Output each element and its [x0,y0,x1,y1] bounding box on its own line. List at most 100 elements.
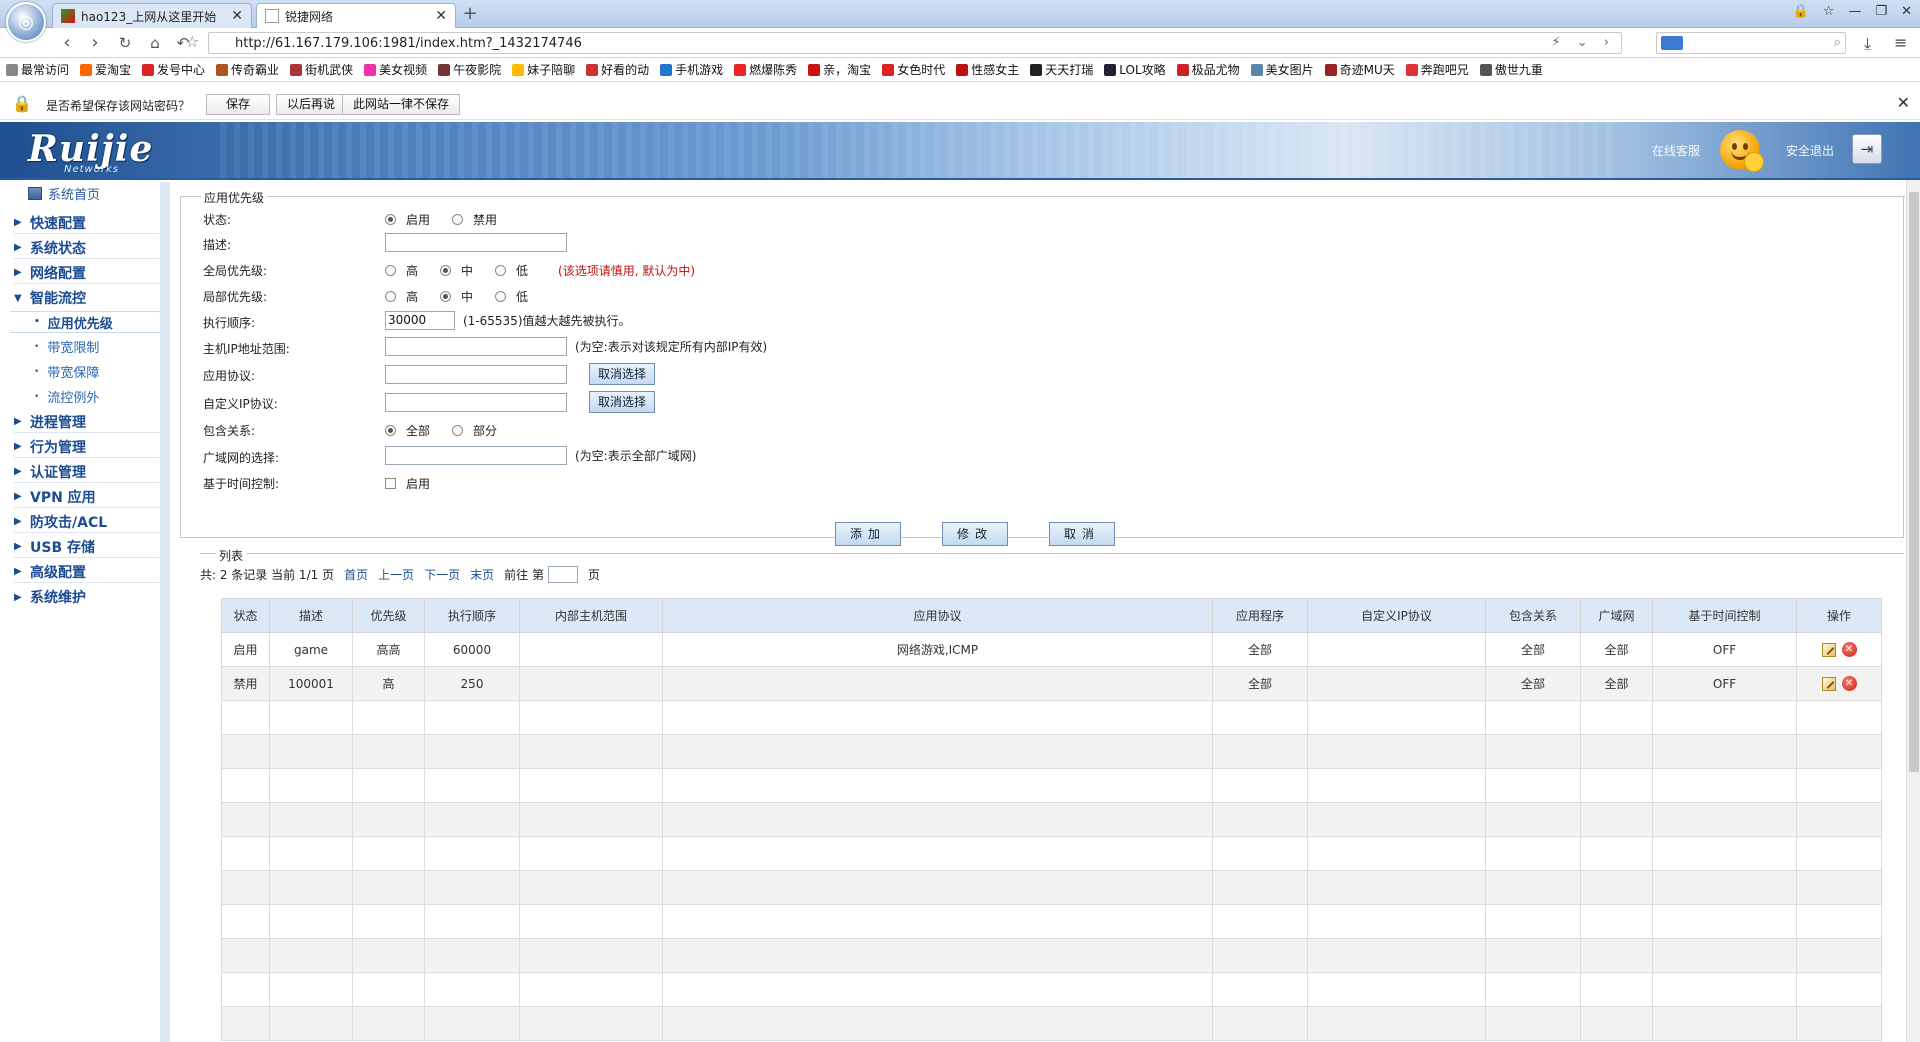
bookmark-item[interactable]: 街机武侠 [290,61,353,78]
modify-button[interactable]: 修改 [942,522,1008,546]
close-icon[interactable]: ✕ [1897,93,1910,112]
host-ip-input[interactable] [385,337,567,356]
pin-icon[interactable]: ☆ [1823,4,1835,19]
local-mid-radio[interactable] [440,291,452,302]
bookmark-item[interactable]: 奔跑吧兄 [1405,61,1469,78]
description-input[interactable] [385,233,567,252]
page-scrollbar[interactable] [1906,180,1920,1042]
save-password-button[interactable]: 保存 [206,94,270,115]
refresh-icon[interactable]: ↻ [114,34,136,52]
custom-ip-protocol-input[interactable] [385,392,567,412]
bookmark-item[interactable]: 手机游戏 [660,61,723,78]
sidebar-item-advanced-config[interactable]: ▶ 高级配置 [14,561,170,583]
lock-window-icon[interactable]: 🔒 [1793,4,1809,19]
global-low-radio[interactable] [495,265,507,276]
last-page-link[interactable]: 末页 [470,566,494,583]
bookmark-item[interactable]: 最常访问 [6,61,69,78]
delete-icon[interactable]: ✕ [1841,642,1857,657]
forward-icon[interactable]: › [84,32,106,53]
sidebar-item-network-config[interactable]: ▶ 网络配置 [14,262,170,284]
bookmark-item[interactable]: 爱淘宝 [80,61,131,78]
bookmark-item[interactable]: 性感女主 [956,61,1019,78]
sidebar-item-behavior-mgmt[interactable]: ▶ 行为管理 [14,436,170,458]
deselect-custom-protocol-button[interactable]: 取消选择 [589,391,656,413]
close-tab-icon[interactable]: ✕ [231,8,243,24]
include-part-radio[interactable] [452,425,464,436]
bookmark-item[interactable]: 燃爆陈秀 [734,61,797,78]
bookmark-item[interactable]: 发号中心 [142,61,205,78]
sidebar-item-anti-attack[interactable]: ▶ 防攻击/ACL [14,511,170,533]
bookmark-item[interactable]: LOL攻略 [1104,61,1166,78]
browser-logo-icon[interactable]: ◎ [6,2,46,42]
search-icon[interactable]: ⌕ [1834,35,1841,50]
sidebar-item-app-priority[interactable]: • 应用优先级 [10,311,160,333]
bookmark-item[interactable]: 傲世九重 [1479,61,1543,78]
delete-icon[interactable]: ✕ [1841,676,1857,691]
address-bar[interactable]: ☆ http://61.167.179.106:1981/index.htm?_… [185,32,1622,54]
bookmark-item[interactable]: 美女视频 [364,61,427,78]
bookmark-item[interactable]: 亲，淘宝 [808,61,871,78]
local-low-radio[interactable] [495,291,507,302]
minimize-icon[interactable]: — [1848,4,1861,19]
bookmark-item[interactable]: 极品尤物 [1176,61,1240,78]
page-number-input[interactable] [547,566,578,583]
sidebar-item-bandwidth-limit[interactable]: • 带宽限制 [34,337,99,356]
edit-icon[interactable] [1821,642,1836,657]
next-page-link[interactable]: 下一页 [424,566,460,583]
bookmark-item[interactable]: 好看的动 [586,61,649,78]
include-all-radio[interactable] [385,425,396,436]
address-actions[interactable]: ⚡ ⌄ › [1552,34,1615,51]
edit-icon[interactable] [1821,676,1836,691]
sidebar-item-flow-control[interactable]: ▼ 智能流控 [14,287,170,309]
maximize-icon[interactable]: ❐ [1875,4,1887,19]
sidebar-item-system-status[interactable]: ▶ 系统状态 [14,237,170,259]
bookmark-item[interactable]: 奇迹MU天 [1324,61,1395,78]
global-mid-radio[interactable] [440,265,452,276]
close-tab-icon[interactable]: ✕ [435,8,447,24]
search-engine-icon[interactable] [1661,36,1683,50]
home-icon[interactable]: ⌂ [144,34,166,52]
deselect-protocol-button[interactable]: 取消选择 [589,363,656,385]
exec-order-input[interactable]: 30000 [385,311,455,330]
sidebar-item-home[interactable]: 系统首页 [28,184,100,203]
sidebar-item-vpn[interactable]: ▶ VPN 应用 [14,486,170,508]
bookmark-item[interactable]: 传奇霸业 [216,61,279,78]
sidebar-item-bandwidth-guarantee[interactable]: • 带宽保障 [34,362,99,381]
bookmark-item[interactable]: 妹子陪聊 [512,61,575,78]
new-tab-button[interactable]: + [458,4,482,26]
sidebar-item-auth-mgmt[interactable]: ▶ 认证管理 [14,461,170,483]
search-input[interactable]: ⌕ [1656,32,1846,54]
app-protocol-input[interactable] [385,364,567,384]
bookmark-item[interactable]: 午夜影院 [438,61,501,78]
prev-page-link[interactable]: 上一页 [378,566,414,583]
sidebar-item-quick-config[interactable]: ▶ 快速配置 [14,212,170,234]
global-high-radio[interactable] [385,265,396,276]
first-page-link[interactable]: 首页 [344,566,368,583]
logout-link[interactable]: 安全退出 [1786,142,1834,159]
online-service-link[interactable]: 在线客服 [1652,142,1700,159]
wan-input[interactable] [385,446,567,465]
tab-ruijie[interactable]: 锐捷网络 ✕ [256,3,456,28]
bookmark-item[interactable]: 女色时代 [882,61,945,78]
local-high-radio[interactable] [385,291,396,302]
menu-icon[interactable]: ≡ [1894,33,1907,52]
sidebar-item-flow-exception[interactable]: • 流控例外 [34,387,99,406]
cancel-button[interactable]: 取消 [1049,522,1115,546]
tab-hao123[interactable]: hao123_上网从这里开始 ✕ [52,3,252,28]
bookmark-star-icon[interactable]: ☆ [185,33,199,50]
status-disable-radio[interactable] [452,214,464,225]
sidebar-item-system-maintenance[interactable]: ▶ 系统维护 [14,586,170,608]
logout-icon[interactable]: ⇥ [1852,134,1882,164]
sidebar-item-process-mgmt[interactable]: ▶ 进程管理 [14,411,170,433]
download-icon[interactable]: ⤓ [1864,34,1871,54]
never-save-button[interactable]: 此网站一律不保存 [342,94,461,115]
bookmark-item[interactable]: 天天打瑞 [1030,61,1093,78]
close-window-icon[interactable]: ✕ [1901,4,1912,19]
add-button[interactable]: 添加 [835,522,901,546]
scroll-thumb[interactable] [1909,192,1919,772]
time-control-checkbox[interactable] [385,478,396,489]
later-button[interactable]: 以后再说 [276,94,347,115]
bookmark-item[interactable]: 美女图片 [1250,61,1314,78]
sidebar-item-usb-storage[interactable]: ▶ USB 存储 [14,536,170,558]
status-enable-radio[interactable] [385,214,396,225]
